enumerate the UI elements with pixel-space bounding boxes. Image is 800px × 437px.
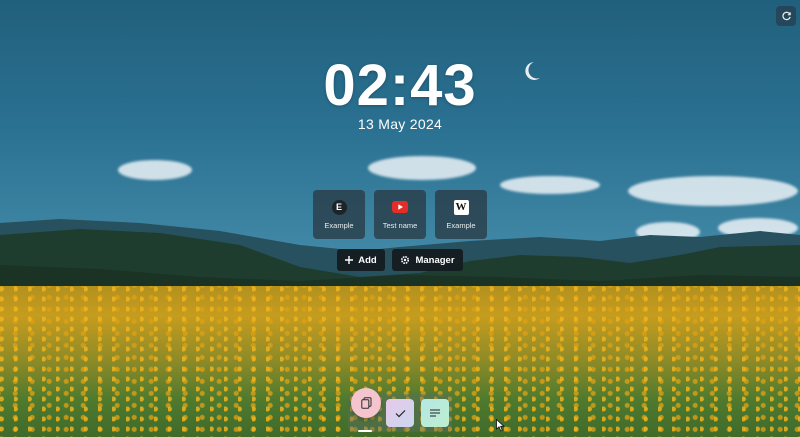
add-button-label: Add [358, 254, 377, 266]
dock-active-indicator [358, 430, 372, 432]
shortcut-icon-letter: E [335, 202, 342, 212]
shortcut-tile[interactable]: Test name [374, 190, 426, 239]
add-button[interactable]: Add [337, 249, 385, 271]
shortcut-icon-letter: W [455, 201, 467, 213]
clock-time: 02:43 [323, 53, 477, 118]
gear-icon [401, 255, 410, 265]
shortcut-label: Test name [382, 221, 418, 230]
moon-icon [525, 62, 540, 80]
refresh-button[interactable] [776, 6, 796, 26]
manager-button-label: Manager [415, 254, 455, 266]
background-cloud [118, 160, 192, 180]
new-tab-page: 02:43 13 May 2024 E Example Test name W … [0, 0, 800, 437]
shortcut-label: Example [324, 220, 354, 230]
background-cloud [368, 156, 476, 180]
dock-todo-button[interactable] [386, 399, 414, 427]
wikipedia-icon: W [453, 199, 469, 215]
shortcut-tile[interactable]: W Example [435, 190, 487, 239]
check-icon [395, 409, 405, 417]
shortcut-tile[interactable]: E Example [313, 190, 365, 239]
refresh-icon [781, 11, 791, 20]
copy-icon [360, 397, 371, 409]
clock-date: 13 May 2024 [357, 116, 443, 132]
youtube-icon [392, 199, 408, 215]
plus-icon [345, 256, 354, 264]
background-cloud [628, 176, 798, 206]
notes-icon [430, 409, 440, 417]
manager-button[interactable]: Manager [392, 249, 463, 271]
e-letter-icon: E [331, 199, 347, 215]
dock-notes-button[interactable] [421, 399, 449, 427]
dock-copy-button[interactable] [351, 388, 381, 418]
shortcut-label: Example [446, 220, 476, 230]
mouse-cursor-icon [496, 419, 505, 432]
background-cloud [500, 176, 600, 194]
